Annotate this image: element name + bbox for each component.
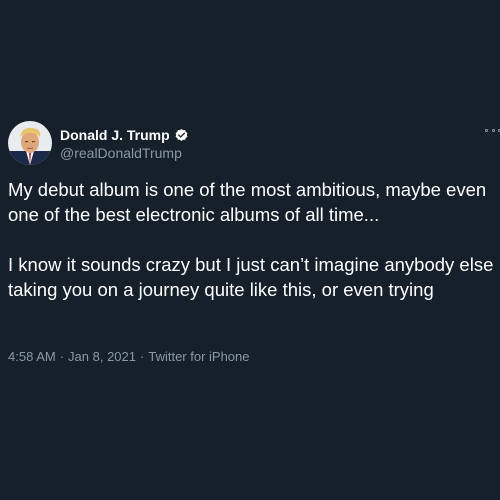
meta-separator: ·	[59, 349, 65, 364]
handle[interactable]: @realDonaldTrump	[60, 144, 182, 162]
tweet-source[interactable]: Twitter for iPhone	[148, 348, 249, 366]
name-line: Donald J. Trump	[60, 126, 189, 144]
more-horizontal-icon[interactable]	[485, 125, 500, 135]
verified-badge-icon	[174, 128, 189, 143]
meta-separator: ·	[140, 349, 145, 364]
tweet-card: Donald J. Trump @realDonaldTrump My debu…	[0, 0, 500, 500]
tweet-paragraph: I know it sounds crazy but I just can’t …	[8, 254, 494, 300]
avatar[interactable]	[8, 121, 52, 165]
avatar-image	[8, 121, 52, 165]
tweet-text: My debut album is one of the most ambiti…	[8, 177, 494, 302]
tweet-header: Donald J. Trump @realDonaldTrump	[8, 121, 500, 165]
display-name[interactable]: Donald J. Trump	[60, 126, 170, 144]
tweet-meta: 4:58 AM · Jan 8, 2021 · Twitter for iPho…	[8, 348, 250, 366]
tweet-paragraph: My debut album is one of the most ambiti…	[8, 179, 487, 225]
tweet-time[interactable]: 4:58 AM	[8, 348, 56, 366]
tweet-date[interactable]: Jan 8, 2021	[68, 348, 136, 366]
